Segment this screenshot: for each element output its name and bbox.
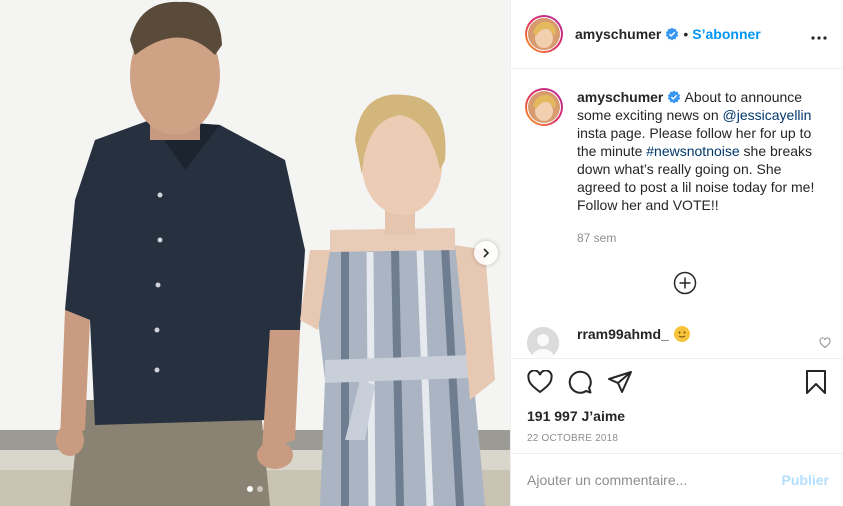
avatar-photo: [528, 18, 560, 50]
header-separator: •: [683, 26, 689, 42]
post-side-panel: amyschumer • S’abonner amyschumer About …: [510, 0, 843, 506]
load-more-comments-button[interactable]: [673, 271, 697, 295]
chevron-right-icon: [483, 248, 490, 258]
share-paper-plane-icon[interactable]: [607, 370, 633, 397]
avatar-photo: [528, 91, 560, 123]
default-avatar-icon: [527, 327, 559, 358]
post-photo[interactable]: [0, 0, 510, 506]
post-caption: amyschumer About to announce some exciti…: [525, 88, 827, 247]
like-heart-icon[interactable]: [527, 368, 553, 397]
verified-badge-icon: [668, 90, 681, 104]
post-date[interactable]: 22 OCTOBRE 2018: [527, 433, 827, 444]
caption-age[interactable]: 87 sem: [577, 229, 827, 247]
caption-username[interactable]: amyschumer: [577, 89, 663, 105]
instagram-post: amyschumer • S’abonner amyschumer About …: [0, 0, 843, 506]
more-options-icon[interactable]: [811, 24, 827, 45]
post-comment-button[interactable]: Publier: [782, 472, 829, 488]
commenter-avatar[interactable]: [527, 327, 559, 358]
carousel-dot-active: [247, 486, 253, 492]
next-slide-button[interactable]: [474, 241, 498, 265]
mention-link[interactable]: @jessicayellin: [723, 107, 812, 123]
caption-avatar[interactable]: [525, 88, 563, 126]
action-bar: [527, 368, 827, 398]
slightly-smiling-face-icon: [673, 326, 690, 342]
likes-count[interactable]: 191 997 J’aime: [527, 408, 827, 424]
carousel-dot: [257, 486, 263, 492]
comment-like-icon[interactable]: [819, 336, 831, 352]
follow-button[interactable]: S’abonner: [692, 26, 760, 42]
commenter-username[interactable]: rram99ahmd_: [577, 326, 669, 342]
post-actions-section: 191 997 J’aime 22 OCTOBRE 2018: [511, 358, 843, 444]
carousel-indicator: [0, 486, 510, 492]
comments-section: amyschumer About to announce some exciti…: [511, 70, 843, 358]
comment-bubble-icon[interactable]: [567, 369, 593, 398]
plus-circle-icon: [673, 271, 697, 295]
comment-item: rram99ahmd_: [527, 326, 831, 358]
post-header: amyschumer • S’abonner: [511, 0, 843, 69]
comment-input[interactable]: [527, 472, 782, 488]
save-bookmark-icon[interactable]: [805, 369, 827, 398]
author-avatar[interactable]: [525, 15, 563, 53]
verified-badge-icon: [666, 27, 679, 41]
hashtag-link[interactable]: #newsnotnoise: [646, 143, 739, 159]
photo-scene: [0, 0, 510, 506]
caption-text: amyschumer About to announce some exciti…: [577, 88, 827, 247]
add-comment-section: Publier: [511, 453, 843, 506]
author-username[interactable]: amyschumer: [575, 26, 661, 42]
